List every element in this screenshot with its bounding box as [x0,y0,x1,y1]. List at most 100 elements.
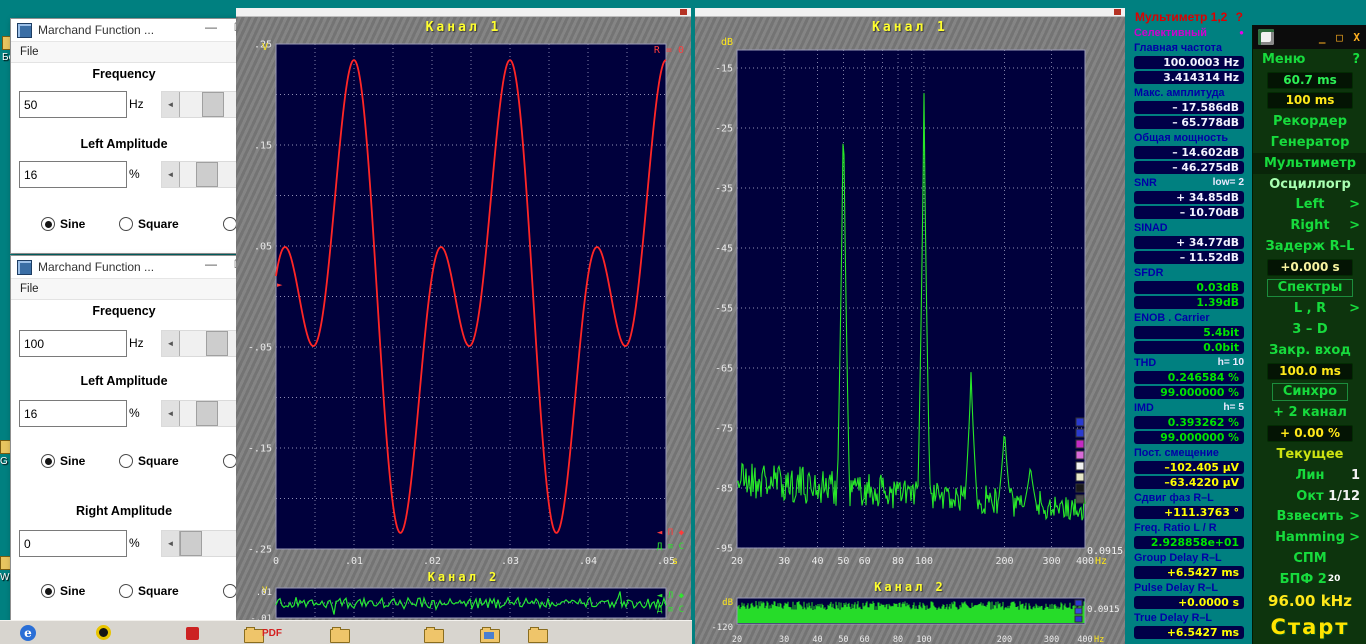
scroll-left-icon[interactable]: ◄ [162,401,180,426]
close-icon[interactable] [680,9,687,15]
panel-item-hamming[interactable]: Hamming > [1253,527,1366,548]
radio-square[interactable]: Square [119,454,179,468]
panel-item-weighting[interactable]: Взвесить > [1253,507,1366,528]
panel-item-closed-input[interactable]: Закр. вход [1253,340,1366,361]
panel-item-current[interactable]: Текущее [1253,444,1366,465]
frequency-input[interactable] [19,91,127,118]
panel-item-right[interactable]: Right > [1253,215,1366,236]
scroll-thumb[interactable] [196,162,218,187]
trigger-marker-icon: ► [277,280,283,290]
menu-file[interactable]: File [20,283,39,295]
menu-file[interactable]: File [20,46,39,58]
multimeter-label: Freq. Ratio L / R [1134,521,1217,534]
panel-item-label: Осциллогр [1269,176,1351,192]
minimize-button[interactable]: — [201,20,221,34]
panel-item-time-readout[interactable]: 60.7 ms [1253,70,1366,91]
function-generator-window-2: Marchand Function ... — ❐ File Frequency… [10,255,258,622]
taskbar-icon-folder[interactable] [244,627,264,643]
svg-text:-.15: -.15 [248,444,272,455]
multimeter-value-row: 2.928858e+01 [1130,535,1248,550]
multimeter-title-row: Мультиметр 1,2 ? [1130,8,1248,25]
multimeter-label-row: IMD h= 5 [1130,400,1248,415]
multimeter-label-extra: h= 10 [1217,357,1244,368]
multimeter-value-row: 0.246584 % [1130,370,1248,385]
panel-item-label: 3 – D [1292,322,1328,338]
panel-item-right: 1/12 [1328,488,1360,504]
taskbar-icon-pdf[interactable]: PDF [262,628,282,639]
multimeter-value: – 46.275dB [1172,161,1239,174]
panel-item-start[interactable]: Старт [1253,612,1366,642]
svg-text:20: 20 [732,635,742,644]
window-strip[interactable] [236,8,691,17]
waveform-options-left: Sine Square S [11,454,257,470]
taskbar-icon-ie[interactable]: e [20,625,36,641]
window-buttons[interactable]: _ □ X [1319,31,1362,44]
panel-item-percent[interactable]: + 0.00 % [1253,423,1366,444]
multimeter-label-row: SNR low= 2 [1130,175,1248,190]
left-amplitude-input[interactable] [19,400,127,427]
panel-item-label: + 2 канал [1273,405,1347,421]
taskbar[interactable]: e PDF [0,620,692,644]
titlebar[interactable]: Marchand Function ... — ❐ [11,256,257,279]
panel-item-sync[interactable]: Синхро [1253,382,1366,403]
panel-item-spectra[interactable]: Спектры [1253,278,1366,299]
svg-text:50: 50 [838,635,848,644]
taskbar-icon-round[interactable] [96,625,111,640]
radio-sine[interactable]: Sine [41,584,85,598]
panel-item-plus-2-channel[interactable]: + 2 канал [1253,403,1366,424]
minimize-button[interactable]: — [201,257,221,271]
scroll-left-icon[interactable]: ◄ [162,92,180,117]
window-strip[interactable] [695,8,1125,17]
multimeter-label-row: Селективный ● [1130,25,1248,40]
panel-item-left[interactable]: Left > [1253,195,1366,216]
panel-item-generator[interactable]: Генератор [1253,132,1366,153]
control-panel-rows: Меню? 60.7 ms 100 ms Рекордер Генератор Мульт… [1253,49,1366,642]
radio-sine[interactable]: Sine [41,454,85,468]
control-panel-titlebar[interactable]: _ □ X [1253,25,1366,49]
taskbar-icon-folder[interactable] [330,627,350,643]
panel-item-delay-value[interactable]: +0.000 s [1253,257,1366,278]
help-icon[interactable]: ? [1236,10,1243,24]
panel-item-fft[interactable]: БПФ 2 20 [1253,569,1366,590]
panel-item-sample-rate[interactable]: 96.00 kHz [1253,590,1366,612]
scroll-thumb[interactable] [202,92,224,117]
panel-item-right: > [1349,197,1360,213]
panel-item-spm[interactable]: СПМ [1253,548,1366,569]
svg-text:30: 30 [778,556,790,567]
desktop: Бе G W Marchand Function ... — ❐ File Fr… [0,0,1366,644]
panel-item-multimeter[interactable]: Мультиметр [1253,152,1366,174]
frequency-input[interactable] [19,330,127,357]
panel-item-recorder[interactable]: Рекордер [1253,111,1366,132]
panel-item-delay-rl[interactable]: Задерж R–L [1253,236,1366,257]
panel-item-menu[interactable]: Меню? [1253,49,1366,70]
panel-item-lr[interactable]: L , R > [1253,299,1366,320]
panel-item-3d[interactable]: 3 – D [1253,319,1366,340]
multimeter-value: 99.000000 % [1160,386,1239,399]
scroll-left-icon[interactable]: ◄ [162,531,180,556]
scroll-thumb[interactable] [180,531,202,556]
scroll-thumb[interactable] [196,401,218,426]
panel-item-lin[interactable]: Лин 1 [1253,465,1366,486]
panel-item-oct[interactable]: Окт 1/12 [1253,486,1366,507]
taskbar-icon-red[interactable] [186,627,199,640]
close-icon[interactable] [1114,9,1121,15]
taskbar-icon-folder-image[interactable] [480,627,500,643]
taskbar-icon-folder[interactable] [424,627,444,643]
radio-icon [223,217,237,231]
left-amplitude-input[interactable] [19,161,127,188]
radio-square[interactable]: Square [119,584,179,598]
waveform-options-right: Sine Square S [11,584,257,600]
panel-item-window-ms[interactable]: 100.0 ms [1253,361,1366,382]
scroll-thumb[interactable] [206,331,228,356]
scroll-left-icon[interactable]: ◄ [162,331,180,356]
radio-sine[interactable]: Sine [41,217,85,231]
taskbar-icon-folder[interactable] [528,627,548,643]
right-amplitude-input[interactable] [19,530,127,557]
titlebar[interactable]: Marchand Function ... — ❐ [11,19,257,42]
multimeter-value-row: +0.0000 s [1130,595,1248,610]
scroll-left-icon[interactable]: ◄ [162,162,180,187]
radio-square[interactable]: Square [119,217,179,231]
multimeter-label-row: True Delay R–L [1130,610,1248,625]
panel-item-oscilloscope[interactable]: Осциллогр [1253,174,1366,195]
panel-item-time-window[interactable]: 100 ms [1253,91,1366,112]
